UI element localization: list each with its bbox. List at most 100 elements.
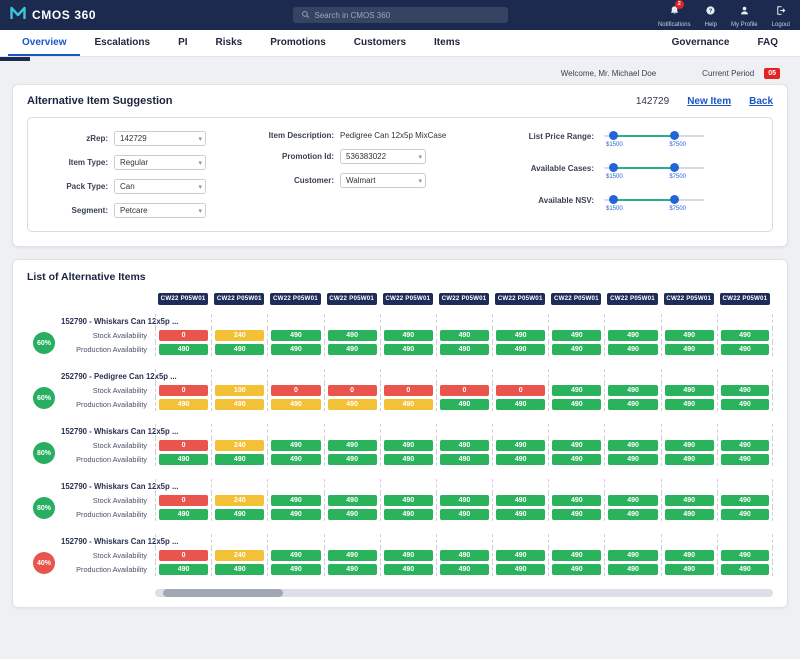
production-availability-cell[interactable]: 490 <box>271 398 321 410</box>
horizontal-scrollbar[interactable] <box>155 589 773 597</box>
production-availability-cell[interactable]: 490 <box>215 343 265 355</box>
production-availability-cell[interactable]: 490 <box>383 398 433 410</box>
stock-availability-cell[interactable]: 490 <box>383 494 433 506</box>
production-availability-cell[interactable]: 490 <box>271 563 321 575</box>
tab-overview[interactable]: Overview <box>8 30 81 56</box>
tab-promotions[interactable]: Promotions <box>256 30 340 56</box>
production-availability-cell[interactable]: 490 <box>159 343 209 355</box>
production-availability-cell[interactable]: 490 <box>159 453 209 465</box>
tab-faq[interactable]: FAQ <box>743 30 792 56</box>
brand[interactable]: CMOS 360 <box>10 6 220 25</box>
search-input[interactable] <box>314 10 500 20</box>
stock-availability-cell[interactable]: 490 <box>608 549 658 561</box>
production-availability-cell[interactable]: 490 <box>439 508 490 520</box>
stock-availability-cell[interactable]: 490 <box>383 439 433 451</box>
slider-handle-min[interactable] <box>609 163 618 172</box>
stock-availability-cell[interactable]: 0 <box>383 384 433 396</box>
production-availability-cell[interactable]: 490 <box>215 398 265 410</box>
stock-availability-cell[interactable]: 490 <box>496 494 546 506</box>
production-availability-cell[interactable]: 490 <box>439 563 490 575</box>
stock-availability-cell[interactable]: 490 <box>439 329 490 341</box>
production-availability-cell[interactable]: 490 <box>439 343 490 355</box>
item-type-select[interactable]: Regular ▾ <box>114 155 206 170</box>
production-availability-cell[interactable]: 490 <box>383 453 433 465</box>
stock-availability-cell[interactable]: 490 <box>439 439 490 451</box>
available-cases-slider[interactable] <box>604 163 704 172</box>
slider-handle-min[interactable] <box>609 131 618 140</box>
notifications-button[interactable]: 2 Notifications <box>658 0 691 28</box>
production-availability-cell[interactable]: 490 <box>496 453 546 465</box>
stock-availability-cell[interactable]: 0 <box>496 384 546 396</box>
logout-button[interactable]: Logout <box>772 3 790 28</box>
stock-availability-cell[interactable]: 490 <box>720 439 769 451</box>
production-availability-cell[interactable]: 490 <box>552 508 602 520</box>
production-availability-cell[interactable]: 490 <box>664 508 714 520</box>
stock-availability-cell[interactable]: 490 <box>552 549 602 561</box>
zrep-select[interactable]: 142729 ▾ <box>114 131 206 146</box>
stock-availability-cell[interactable]: 490 <box>552 329 602 341</box>
stock-availability-cell[interactable]: 240 <box>215 329 265 341</box>
scrollbar-thumb[interactable] <box>163 589 283 597</box>
production-availability-cell[interactable]: 490 <box>608 453 658 465</box>
production-availability-cell[interactable]: 490 <box>608 563 658 575</box>
production-availability-cell[interactable]: 490 <box>496 563 546 575</box>
pack-type-select[interactable]: Can ▾ <box>114 179 206 194</box>
stock-availability-cell[interactable]: 490 <box>327 549 377 561</box>
production-availability-cell[interactable]: 490 <box>664 398 714 410</box>
stock-availability-cell[interactable]: 490 <box>720 549 769 561</box>
stock-availability-cell[interactable]: 490 <box>496 439 546 451</box>
stock-availability-cell[interactable]: 490 <box>664 439 714 451</box>
tab-pi[interactable]: PI <box>164 30 201 56</box>
tab-governance[interactable]: Governance <box>658 30 744 56</box>
stock-availability-cell[interactable]: 490 <box>496 329 546 341</box>
stock-availability-cell[interactable]: 0 <box>439 384 490 396</box>
production-availability-cell[interactable]: 490 <box>383 343 433 355</box>
production-availability-cell[interactable]: 490 <box>327 343 377 355</box>
production-availability-cell[interactable]: 490 <box>552 343 602 355</box>
production-availability-cell[interactable]: 490 <box>439 453 490 465</box>
production-availability-cell[interactable]: 490 <box>496 343 546 355</box>
production-availability-cell[interactable]: 490 <box>271 453 321 465</box>
production-availability-cell[interactable]: 490 <box>159 508 209 520</box>
production-availability-cell[interactable]: 490 <box>608 343 658 355</box>
stock-availability-cell[interactable]: 240 <box>215 439 265 451</box>
stock-availability-cell[interactable]: 490 <box>383 329 433 341</box>
stock-availability-cell[interactable]: 100 <box>215 384 265 396</box>
back-link[interactable]: Back <box>749 96 773 107</box>
stock-availability-cell[interactable]: 490 <box>664 384 714 396</box>
slider-handle-min[interactable] <box>609 195 618 204</box>
stock-availability-cell[interactable]: 0 <box>271 384 321 396</box>
stock-availability-cell[interactable]: 490 <box>496 549 546 561</box>
production-availability-cell[interactable]: 490 <box>215 563 265 575</box>
stock-availability-cell[interactable]: 490 <box>720 384 769 396</box>
production-availability-cell[interactable]: 490 <box>327 453 377 465</box>
stock-availability-cell[interactable]: 490 <box>664 329 714 341</box>
production-availability-cell[interactable]: 490 <box>552 453 602 465</box>
promotion-id-select[interactable]: 536383022 ▾ <box>340 149 426 164</box>
production-availability-cell[interactable]: 490 <box>215 508 265 520</box>
production-availability-cell[interactable]: 490 <box>552 398 602 410</box>
stock-availability-cell[interactable]: 490 <box>608 329 658 341</box>
stock-availability-cell[interactable]: 490 <box>439 494 490 506</box>
stock-availability-cell[interactable]: 490 <box>271 329 321 341</box>
stock-availability-cell[interactable]: 490 <box>664 494 714 506</box>
production-availability-cell[interactable]: 490 <box>496 508 546 520</box>
production-availability-cell[interactable]: 490 <box>327 508 377 520</box>
new-item-link[interactable]: New Item <box>687 96 731 107</box>
production-availability-cell[interactable]: 490 <box>271 343 321 355</box>
tab-customers[interactable]: Customers <box>340 30 420 56</box>
tab-risks[interactable]: Risks <box>202 30 257 56</box>
production-availability-cell[interactable]: 490 <box>383 563 433 575</box>
available-nsv-slider[interactable] <box>604 195 704 204</box>
production-availability-cell[interactable]: 490 <box>439 398 490 410</box>
stock-availability-cell[interactable]: 490 <box>439 549 490 561</box>
stock-availability-cell[interactable]: 0 <box>159 329 209 341</box>
production-availability-cell[interactable]: 490 <box>720 398 769 410</box>
production-availability-cell[interactable]: 490 <box>720 343 769 355</box>
stock-availability-cell[interactable]: 490 <box>271 494 321 506</box>
slider-handle-max[interactable] <box>670 163 679 172</box>
stock-availability-cell[interactable]: 490 <box>552 439 602 451</box>
stock-availability-cell[interactable]: 490 <box>327 439 377 451</box>
production-availability-cell[interactable]: 490 <box>383 508 433 520</box>
production-availability-cell[interactable]: 490 <box>664 343 714 355</box>
